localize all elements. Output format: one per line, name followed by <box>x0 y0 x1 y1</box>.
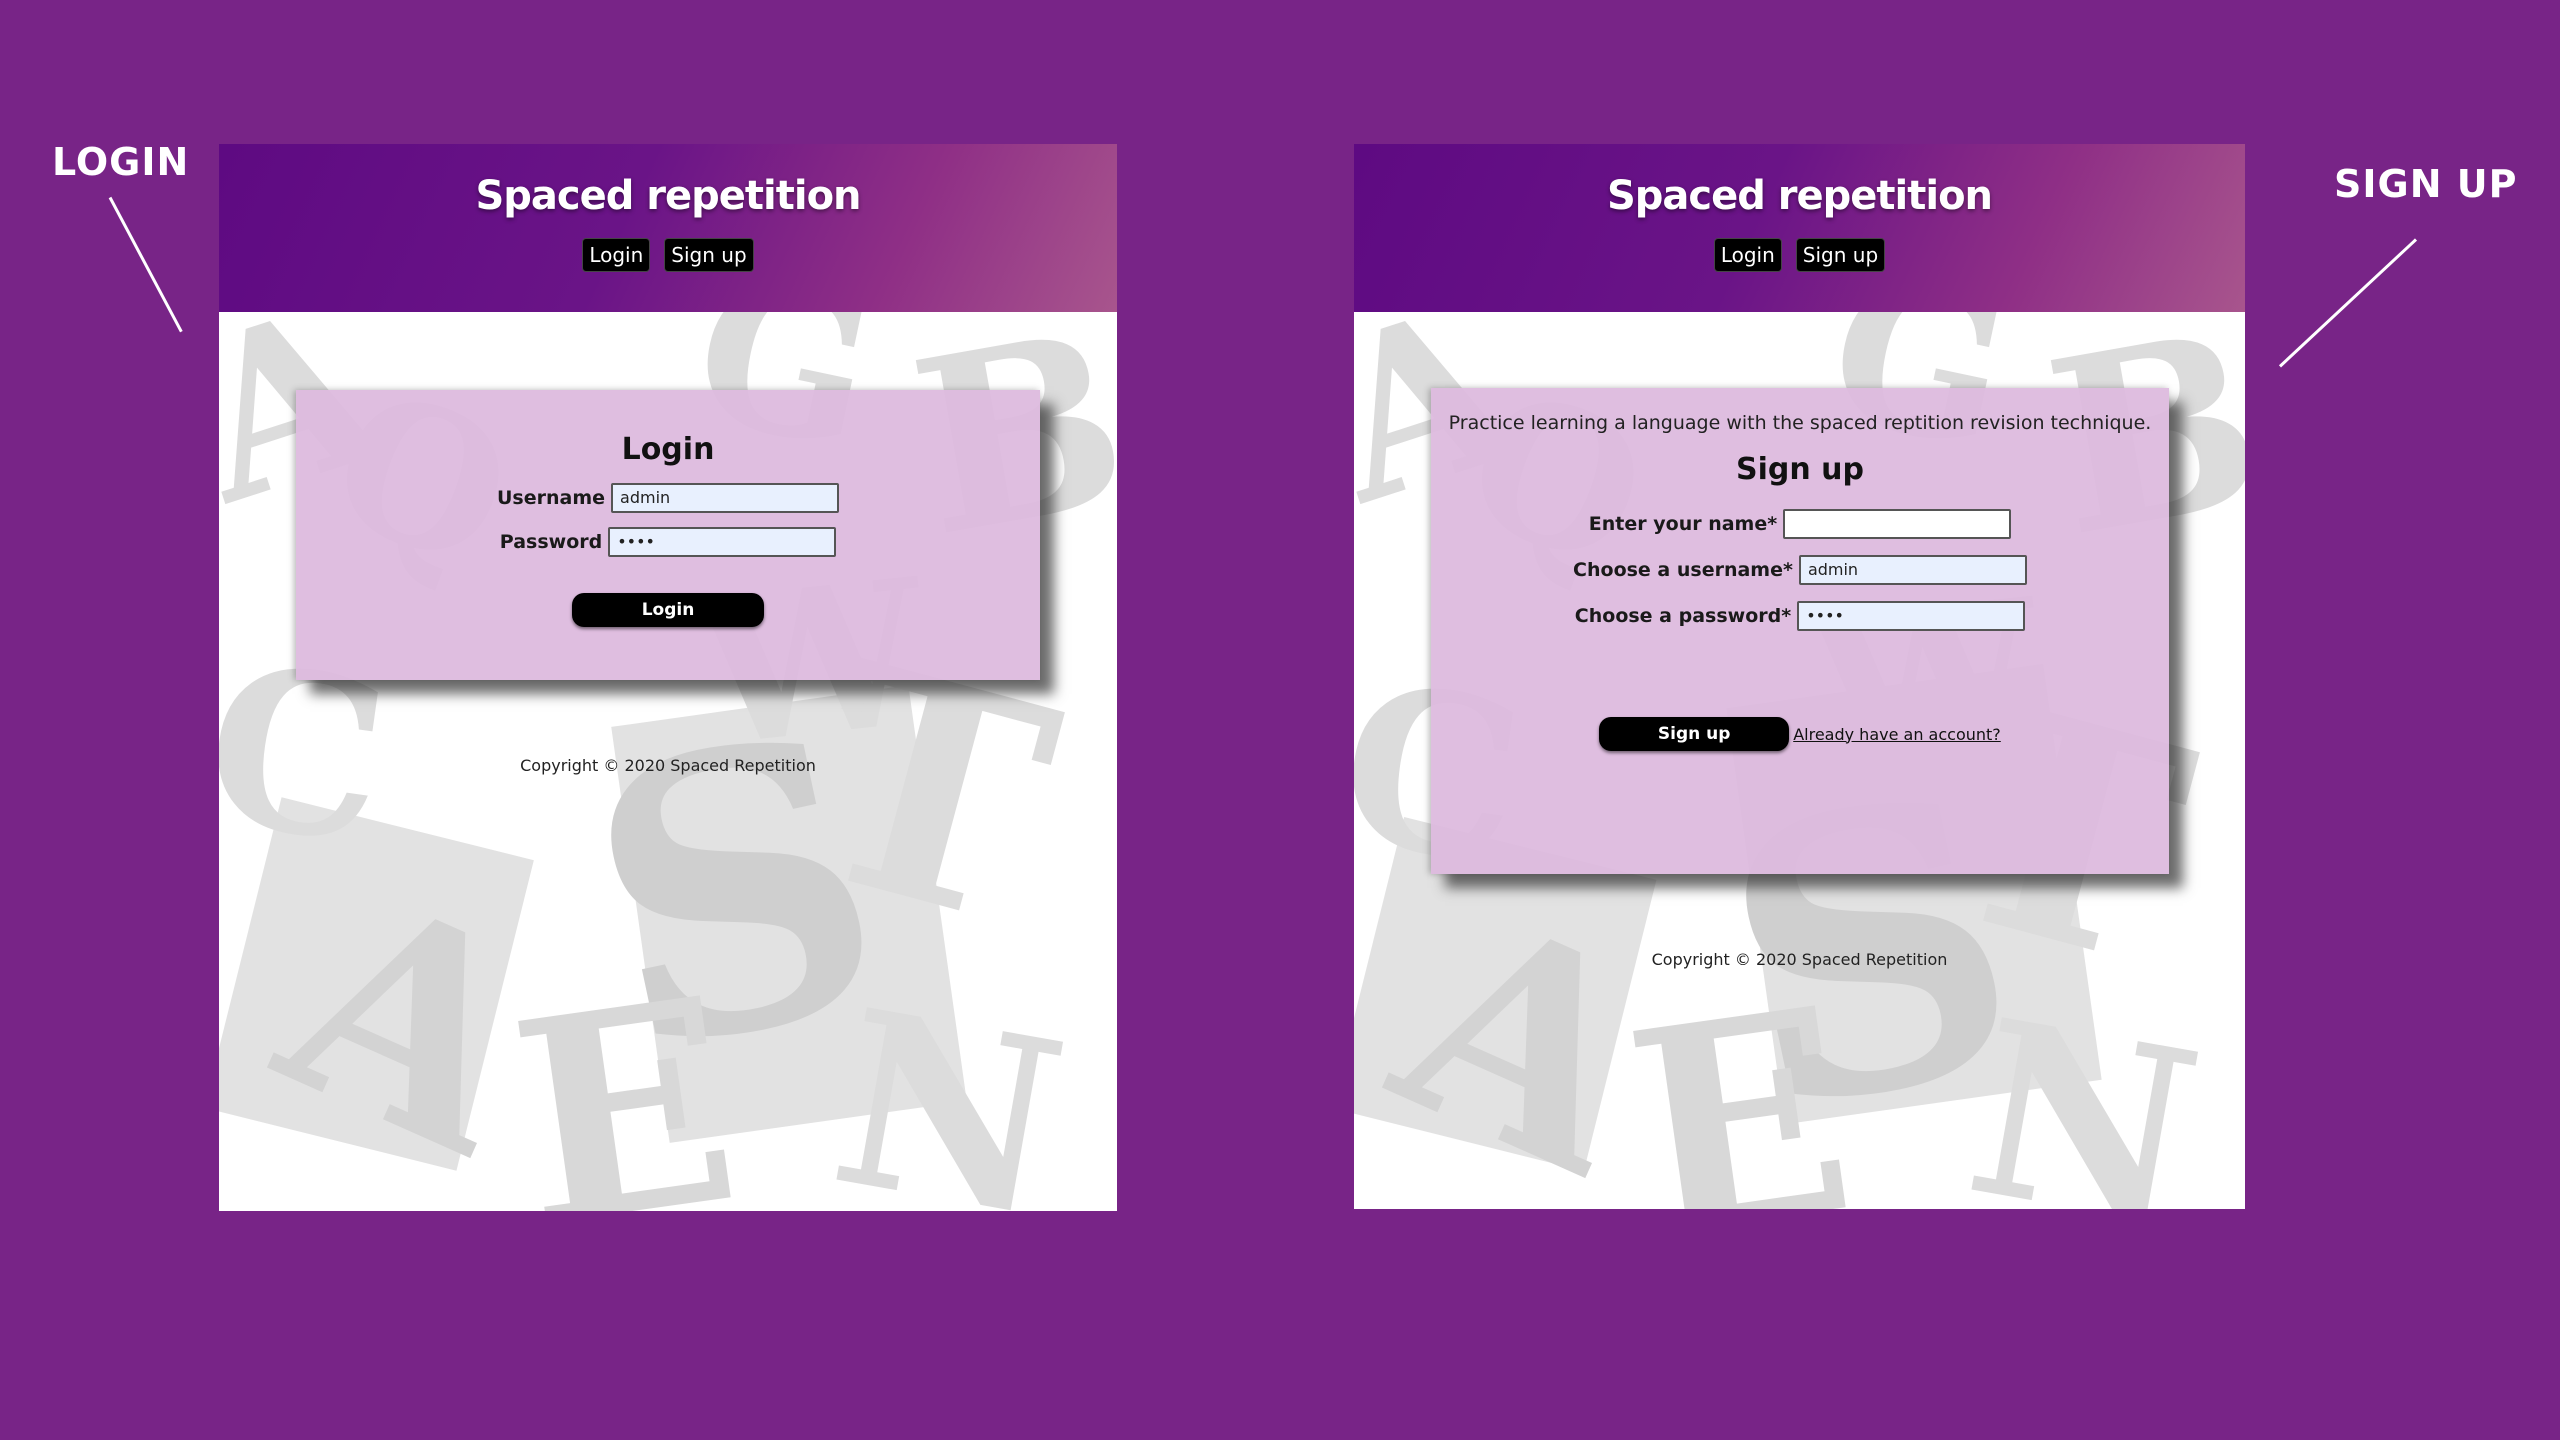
username-label: Username <box>496 487 606 509</box>
login-form-card: Login Username admin Password •••• Login <box>296 390 1040 680</box>
login-screen: A G B Q W C S A T E N Spaced repetition … <box>219 144 1117 1211</box>
password-row: Choose a password* •••• <box>1431 601 2169 631</box>
username-row: Username admin <box>296 483 1040 513</box>
main-nav: Login Sign up <box>219 238 1117 272</box>
name-input[interactable] <box>1783 509 2012 539</box>
copyright-text: Copyright © 2020 Spaced Repetition <box>520 756 816 775</box>
site-header: Spaced repetition Login Sign up <box>1354 144 2245 312</box>
signup-actions: Sign up Already have an account? <box>1431 717 2169 751</box>
username-label: Choose a username* <box>1573 559 1793 581</box>
login-submit-button[interactable]: Login <box>572 593 764 627</box>
signup-heading: Sign up <box>1736 452 1864 487</box>
username-row: Choose a username* admin <box>1431 555 2169 585</box>
username-input[interactable]: admin <box>611 483 840 513</box>
site-title: Spaced repetition <box>1606 173 1993 219</box>
login-callout-line <box>108 196 183 333</box>
password-label: Password <box>499 531 603 553</box>
nav-login-button[interactable]: Login <box>1713 238 1782 272</box>
main-nav: Login Sign up <box>1354 238 2245 272</box>
site-title: Spaced repetition <box>475 173 861 219</box>
signup-form-card: Practice learning a language with the sp… <box>1431 388 2169 874</box>
password-row: Password •••• <box>296 527 1040 557</box>
password-label: Choose a password* <box>1574 605 1792 627</box>
site-header: Spaced repetition Login Sign up <box>219 144 1117 312</box>
already-have-account-link[interactable]: Already have an account? <box>1793 725 2001 744</box>
signup-callout-line <box>2278 238 2418 368</box>
nav-signup-button[interactable]: Sign up <box>1795 238 1886 272</box>
name-label: Enter your name* <box>1588 513 1778 535</box>
signup-callout: SIGN UP <box>2334 162 2518 206</box>
password-input[interactable]: •••• <box>608 527 837 557</box>
login-callout: LOGIN <box>52 140 190 184</box>
name-row: Enter your name* <box>1431 509 2169 539</box>
signup-submit-button[interactable]: Sign up <box>1599 717 1790 751</box>
copyright-text: Copyright © 2020 Spaced Repetition <box>1651 950 1948 969</box>
signup-screen: A G B Q W C S A T E N Spaced repetition … <box>1354 144 2245 1209</box>
password-input[interactable]: •••• <box>1797 601 2026 631</box>
nav-signup-button[interactable]: Sign up <box>664 238 754 272</box>
nav-login-button[interactable]: Login <box>582 238 651 272</box>
signup-intro-text: Practice learning a language with the sp… <box>1448 412 2152 434</box>
username-input[interactable]: admin <box>1798 555 2027 585</box>
login-heading: Login <box>621 432 715 467</box>
